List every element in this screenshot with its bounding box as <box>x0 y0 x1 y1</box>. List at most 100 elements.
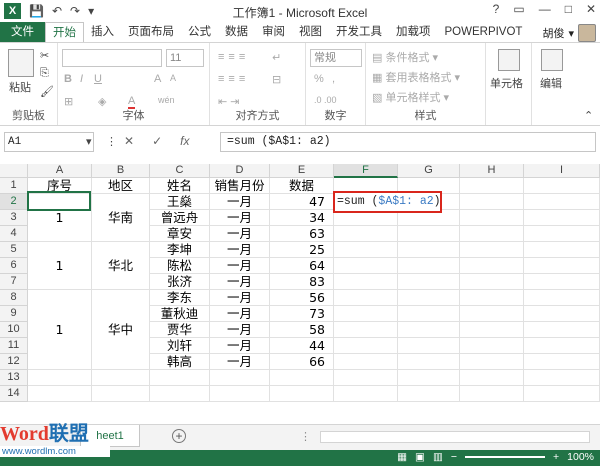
row-header-7[interactable]: 7 <box>0 274 28 290</box>
row-header-11[interactable]: 11 <box>0 338 28 354</box>
cell-h14[interactable] <box>460 386 524 402</box>
month-cell[interactable]: 一月 <box>210 306 270 322</box>
header-cell-a[interactable]: 序号 <box>28 178 92 194</box>
cell-g12[interactable] <box>398 354 460 370</box>
value-cell[interactable]: 73 <box>270 306 334 322</box>
italic-button[interactable]: I <box>80 73 83 85</box>
cell-h11[interactable] <box>460 338 524 354</box>
cell-h4[interactable] <box>460 226 524 242</box>
name-cell[interactable]: 王燊 <box>150 194 210 210</box>
cell-g5[interactable] <box>398 242 460 258</box>
cell-h9[interactable] <box>460 306 524 322</box>
name-cell[interactable]: 章安 <box>150 226 210 242</box>
row-header-9[interactable]: 9 <box>0 306 28 322</box>
row-header-2[interactable]: 2 <box>0 194 28 210</box>
phonetic-button[interactable]: wén <box>158 95 175 105</box>
name-box-dropdown-icon[interactable]: ▾ <box>86 135 92 148</box>
row-header-12[interactable]: 12 <box>0 354 28 370</box>
underline-button[interactable]: U <box>94 73 102 85</box>
comma-icon[interactable]: , <box>332 73 335 85</box>
paste-button[interactable]: 粘贴 <box>9 79 31 95</box>
cell-i12[interactable] <box>524 354 600 370</box>
page-layout-view-icon[interactable]: ▣ <box>415 451 425 463</box>
copy-icon[interactable]: ⎘ <box>40 67 49 80</box>
cell-f7[interactable] <box>334 274 398 290</box>
horizontal-scrollbar[interactable] <box>320 431 590 443</box>
cell-c14[interactable] <box>150 386 210 402</box>
cell-g14[interactable] <box>398 386 460 402</box>
conditional-format-button[interactable]: ▤ 条件格式 ▾ <box>372 49 438 65</box>
cell-g8[interactable] <box>398 290 460 306</box>
cell-h3[interactable] <box>460 210 524 226</box>
insert-function-icon[interactable]: fx <box>180 134 189 148</box>
editing-cell[interactable]: =sum ($A$1: a2) <box>333 191 442 213</box>
value-cell[interactable]: 25 <box>270 242 334 258</box>
editing-icon[interactable] <box>541 49 563 71</box>
month-cell[interactable]: 一月 <box>210 354 270 370</box>
tab-sheet1[interactable]: heet1 <box>80 425 140 447</box>
cell-i3[interactable] <box>524 210 600 226</box>
format-painter-icon[interactable]: 🖌 <box>40 85 54 98</box>
value-cell[interactable]: 83 <box>270 274 334 290</box>
add-sheet-icon[interactable]: + <box>172 429 186 443</box>
merged-region-cell[interactable]: 华北 <box>92 242 150 290</box>
cut-icon[interactable]: ✂ <box>40 49 49 62</box>
merged-region-cell[interactable]: 华南 <box>92 194 150 242</box>
header-cell-b[interactable]: 地区 <box>92 178 150 194</box>
cell-h1[interactable] <box>460 178 524 194</box>
zoom-in-icon[interactable]: + <box>553 451 559 463</box>
cell-h2[interactable] <box>460 194 524 210</box>
number-format-dropdown[interactable]: 常规 <box>310 49 362 67</box>
font-size-dropdown[interactable]: 11 <box>166 49 204 67</box>
tab-page-layout[interactable]: 页面布局 <box>121 22 181 42</box>
value-cell[interactable]: 44 <box>270 338 334 354</box>
cell-i9[interactable] <box>524 306 600 322</box>
row-header-13[interactable]: 13 <box>0 370 28 386</box>
align-top-icons[interactable]: ≡≡≡ <box>218 51 249 63</box>
cell-i14[interactable] <box>524 386 600 402</box>
row-header-4[interactable]: 4 <box>0 226 28 242</box>
month-cell[interactable]: 一月 <box>210 194 270 210</box>
cell-f9[interactable] <box>334 306 398 322</box>
cell-f10[interactable] <box>334 322 398 338</box>
tab-addins[interactable]: 加载项 <box>389 22 438 42</box>
cell-a14[interactable] <box>28 386 92 402</box>
column-header-d[interactable]: D <box>210 164 270 178</box>
cell-g10[interactable] <box>398 322 460 338</box>
month-cell[interactable]: 一月 <box>210 258 270 274</box>
month-cell[interactable]: 一月 <box>210 338 270 354</box>
enter-icon[interactable]: ✓ <box>152 134 162 148</box>
paste-icon[interactable] <box>8 49 34 77</box>
value-cell[interactable]: 56 <box>270 290 334 306</box>
cell-h6[interactable] <box>460 258 524 274</box>
name-cell[interactable]: 张济 <box>150 274 210 290</box>
row-header-5[interactable]: 5 <box>0 242 28 258</box>
zoom-out-icon[interactable]: − <box>451 451 457 463</box>
merged-id-cell[interactable]: 1 <box>28 290 92 370</box>
cell-f8[interactable] <box>334 290 398 306</box>
bold-button[interactable]: B <box>64 73 72 85</box>
cell-f5[interactable] <box>334 242 398 258</box>
collapse-ribbon-icon[interactable]: ⌃ <box>584 109 593 122</box>
cell-h8[interactable] <box>460 290 524 306</box>
value-cell[interactable]: 47 <box>270 194 334 210</box>
ribbon-display-icon[interactable]: ▭ <box>513 2 524 16</box>
cells-icon[interactable] <box>498 49 520 71</box>
row-header-1[interactable]: 1 <box>0 178 28 194</box>
cell-g11[interactable] <box>398 338 460 354</box>
column-header-c[interactable]: C <box>150 164 210 178</box>
cell-e13[interactable] <box>270 370 334 386</box>
editing-button[interactable]: 编辑 <box>540 75 562 91</box>
header-cell-d[interactable]: 销售月份 <box>210 178 270 194</box>
tab-insert[interactable]: 插入 <box>84 22 121 42</box>
value-cell[interactable]: 34 <box>270 210 334 226</box>
format-table-button[interactable]: ▦ 套用表格格式 ▾ <box>372 69 460 85</box>
row-header-14[interactable]: 14 <box>0 386 28 402</box>
value-cell[interactable]: 63 <box>270 226 334 242</box>
grow-font-button[interactable]: A <box>154 73 161 85</box>
cell-i7[interactable] <box>524 274 600 290</box>
shrink-font-button[interactable]: A <box>170 73 176 83</box>
name-cell[interactable]: 刘轩 <box>150 338 210 354</box>
cell-e14[interactable] <box>270 386 334 402</box>
row-header-8[interactable]: 8 <box>0 290 28 306</box>
